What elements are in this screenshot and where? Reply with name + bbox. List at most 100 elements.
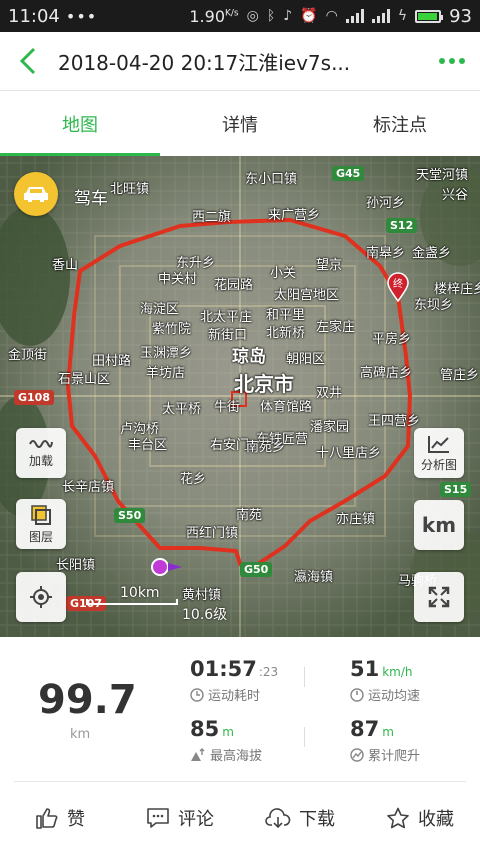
place-label: 管庄乡 xyxy=(440,368,480,383)
max-altitude-stat: 85 m 最高海拔 xyxy=(190,717,263,764)
place-label: 平房乡 xyxy=(372,332,412,347)
place-label: 南苑 xyxy=(236,508,263,523)
fullscreen-button[interactable] xyxy=(414,572,464,622)
place-label: 来广营乡 xyxy=(268,208,321,223)
more-menu-button[interactable] xyxy=(424,32,480,90)
road-shield: S50 xyxy=(114,508,146,523)
wifi-icon: ◠ xyxy=(325,8,338,24)
place-label: 田村路 xyxy=(92,354,132,369)
star-icon xyxy=(387,807,409,828)
road-shield: G50 xyxy=(240,562,273,577)
comment-button[interactable]: 评论 xyxy=(120,782,240,853)
svg-text:终: 终 xyxy=(393,277,403,290)
place-label: 南苑乡 xyxy=(246,440,286,455)
place-label: 西红门镇 xyxy=(186,526,239,541)
route-start-marker[interactable] xyxy=(150,557,186,577)
charging-icon: ϟ xyxy=(397,8,408,24)
place-label: 长阳镇 xyxy=(56,558,96,573)
notification-dots: ••• xyxy=(65,6,98,26)
layers-button[interactable]: 图层 xyxy=(16,499,66,549)
place-label: 香山 xyxy=(52,258,79,273)
nfc-icon: ◎ xyxy=(246,8,259,24)
status-time: 11:04 xyxy=(8,5,60,27)
place-label: 金盏乡 xyxy=(412,246,452,261)
place-label: 左家庄 xyxy=(316,320,356,335)
car-icon xyxy=(24,187,48,202)
wave-icon xyxy=(29,439,53,448)
stats-panel: 99.7 km 01:57:23 运动耗时 51 km/h 运动均速 85 m 最高… xyxy=(0,637,480,782)
place-label: 瀛海镇 xyxy=(294,570,334,585)
locate-button[interactable] xyxy=(16,572,66,622)
analysis-button[interactable]: 分析图 xyxy=(414,428,464,478)
place-label: 望京 xyxy=(316,258,343,273)
drive-mode-label: 驾车 xyxy=(74,189,108,209)
drive-mode-button[interactable] xyxy=(14,172,58,216)
thumbs-up-icon xyxy=(36,807,58,829)
place-label: 长辛店镇 xyxy=(62,480,115,495)
place-label: 体育馆路 xyxy=(260,400,313,415)
tab-bar: 地图 详情 标注点 xyxy=(0,90,480,156)
place-label: 高碑店乡 xyxy=(360,366,413,381)
place-label: 双井 xyxy=(316,386,343,401)
zoom-level: 10.6级 xyxy=(182,607,228,623)
place-label: 孙河乡 xyxy=(366,196,406,211)
road-shield: S12 xyxy=(386,218,418,233)
network-speed: 1.90K/s xyxy=(189,6,239,26)
action-bar: 赞 评论 下载 收藏 xyxy=(0,782,480,853)
satellite-map[interactable]: 北旺镇 东小口镇 天堂河镇 兴谷 孙河乡 西二旗 来广营乡 南皋乡 金盏乡 楼梓… xyxy=(0,156,480,637)
back-button[interactable] xyxy=(0,32,56,90)
distance-unit: km xyxy=(70,727,91,742)
place-label: 右安门 xyxy=(210,438,250,453)
duration-stat: 01:57:23 运动耗时 xyxy=(190,657,279,704)
place-label: 牛街 xyxy=(214,400,241,415)
place-label: 王四营乡 xyxy=(368,414,421,429)
clock-icon xyxy=(190,687,204,702)
route-end-marker[interactable]: 终 xyxy=(386,272,410,302)
tab-map[interactable]: 地图 xyxy=(0,91,160,156)
signal-icon-2 xyxy=(371,9,390,23)
place-label: 朝阳区 xyxy=(286,352,326,367)
tab-markers[interactable]: 标注点 xyxy=(320,91,480,156)
favorite-button[interactable]: 收藏 xyxy=(360,782,480,853)
place-label: 东小口镇 xyxy=(245,172,298,187)
chevron-left-icon xyxy=(19,47,36,75)
load-button[interactable]: 加载 xyxy=(16,428,66,478)
place-label: 太阳宫地区 xyxy=(274,288,340,303)
unit-toggle-button[interactable]: km xyxy=(414,500,464,550)
speed-icon xyxy=(350,687,364,702)
place-label: 西二旗 xyxy=(192,210,232,225)
mountain-icon xyxy=(191,747,205,761)
place-label: 太平桥 xyxy=(162,402,202,417)
avg-speed-stat: 51 km/h 运动均速 xyxy=(350,657,421,704)
app-header: 2018-04-20 20:17江淮iev7s... xyxy=(0,32,480,90)
place-label: 海淀区 xyxy=(140,302,180,317)
climb-icon xyxy=(350,747,364,762)
place-label: 小关 xyxy=(270,266,297,281)
place-label: 丰台区 xyxy=(128,438,168,453)
alarm-icon: ⏰ xyxy=(300,8,318,24)
place-label: 花园路 xyxy=(214,278,254,293)
place-label: 中关村 xyxy=(158,272,198,287)
bluetooth-icon: ᛒ xyxy=(266,8,276,24)
place-label: 北旺镇 xyxy=(110,182,150,197)
battery-icon xyxy=(415,9,444,23)
place-label: 北太平庄 xyxy=(200,310,253,325)
like-button[interactable]: 赞 xyxy=(0,782,120,853)
place-label: 玉渊潭乡 xyxy=(140,346,193,361)
comment-icon xyxy=(147,807,169,828)
download-button[interactable]: 下载 xyxy=(240,782,360,853)
signal-icon xyxy=(345,9,364,23)
expand-icon xyxy=(428,586,450,608)
distance-value: 99.7 xyxy=(38,677,137,723)
battery-percent: 93 xyxy=(449,5,472,27)
place-label: 南皋乡 xyxy=(366,246,406,261)
road-shield: S15 xyxy=(440,482,472,497)
status-bar: 11:04 ••• 1.90K/s ◎ ᛒ ♪ ⏰ ◠ ϟ 93 xyxy=(0,0,480,32)
place-label: 新街口 xyxy=(208,328,248,343)
place-label: 和平里 xyxy=(266,308,306,323)
climb-stat: 87 m 累计爬升 xyxy=(350,717,421,764)
tab-details[interactable]: 详情 xyxy=(160,91,320,156)
place-label: 羊坊店 xyxy=(146,366,186,381)
city-label: 北京市 xyxy=(234,372,294,396)
place-label: 亦庄镇 xyxy=(336,512,376,527)
